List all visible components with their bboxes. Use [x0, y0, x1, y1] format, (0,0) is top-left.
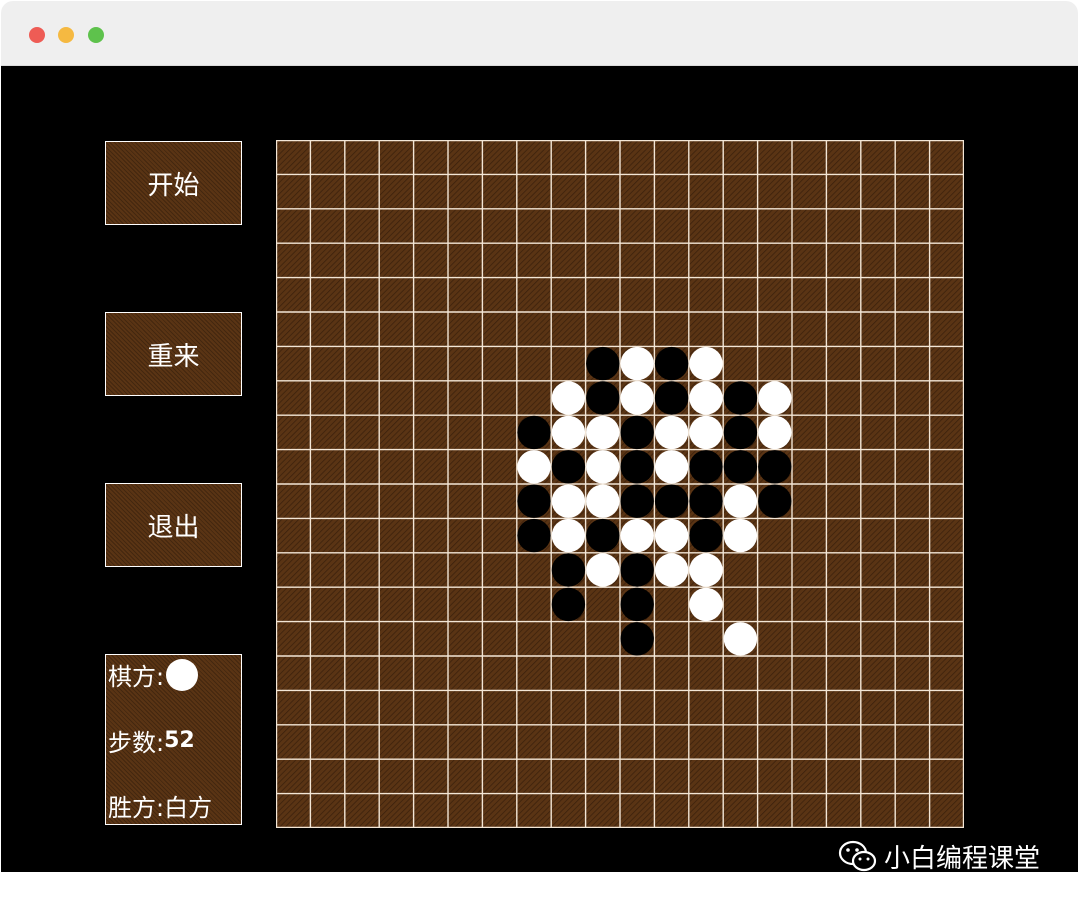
black-stone: [620, 622, 654, 656]
white-stone: [551, 484, 586, 518]
maximize-window-icon[interactable]: [88, 27, 104, 43]
close-window-icon[interactable]: [29, 27, 45, 43]
winner-label: 胜方:: [108, 794, 165, 822]
minimize-window-icon[interactable]: [58, 27, 74, 43]
black-stone: [620, 587, 654, 622]
board-grid: [276, 140, 964, 828]
steps-label: 步数:: [108, 729, 165, 757]
white-stone: [654, 450, 689, 484]
black-stone: [758, 484, 792, 518]
exit-button[interactable]: 退出: [105, 483, 242, 567]
black-stone: [620, 415, 654, 450]
black-stone: [551, 450, 586, 484]
white-stone: [758, 415, 792, 450]
black-stone: [723, 415, 758, 450]
black-stone: [620, 450, 654, 484]
white-stone: [586, 415, 620, 450]
white-stone: [689, 415, 723, 450]
window-titlebar: [1, 1, 1078, 66]
black-stone: [689, 484, 723, 518]
white-stone: [586, 553, 620, 587]
start-button-label: 开始: [147, 170, 200, 201]
white-stone: [551, 415, 586, 450]
watermark-text: 小白编程课堂: [884, 844, 1041, 874]
black-stone: [654, 381, 689, 415]
white-stone: [551, 381, 586, 415]
white-stone: [620, 518, 654, 553]
white-stone: [586, 484, 620, 518]
game-board[interactable]: [276, 140, 964, 828]
white-stone: [620, 346, 654, 381]
white-stone: [654, 553, 689, 587]
white-stone: [620, 381, 654, 415]
black-stone: [689, 518, 723, 553]
steps-row: 步数: 52: [108, 723, 195, 758]
black-stone: [517, 415, 551, 450]
black-stone: [620, 553, 654, 587]
winner-row: 胜方: 白方: [108, 788, 212, 823]
black-stone: [654, 346, 689, 381]
black-stone: [586, 381, 620, 415]
wechat-icon: [838, 840, 877, 871]
white-stone: [689, 381, 723, 415]
black-stone: [551, 587, 586, 622]
white-stone: [758, 381, 792, 415]
white-stone: [723, 518, 758, 553]
winner-value: 白方: [164, 794, 213, 822]
restart-button-label: 重来: [147, 341, 200, 372]
black-stone: [620, 484, 654, 518]
black-stone: [654, 484, 689, 518]
black-stone: [551, 553, 586, 587]
black-stone: [723, 450, 758, 484]
turn-stone-icon: [166, 658, 199, 691]
white-stone: [654, 415, 689, 450]
status-panel: 棋方: 步数: 52 胜方: 白方: [105, 654, 242, 825]
black-stone: [517, 518, 551, 553]
white-stone: [551, 518, 586, 553]
start-button[interactable]: 开始: [105, 141, 242, 225]
white-stone: [586, 450, 620, 484]
white-stone: [654, 518, 689, 553]
restart-button[interactable]: 重来: [105, 312, 242, 396]
white-stone: [689, 553, 723, 587]
white-stone: [723, 484, 758, 518]
white-stone: [517, 450, 551, 484]
black-stone: [586, 518, 620, 553]
black-stone: [689, 450, 723, 484]
turn-label: 棋方:: [108, 663, 165, 691]
black-stone: [723, 381, 758, 415]
white-stone: [689, 587, 723, 622]
white-stone: [723, 622, 758, 656]
exit-button-label: 退出: [147, 512, 200, 543]
black-stone: [517, 484, 551, 518]
steps-value: 52: [164, 728, 195, 753]
watermark: 小白编程课堂: [838, 838, 1040, 875]
black-stone: [758, 450, 792, 484]
white-stone: [689, 346, 723, 381]
black-stone: [586, 346, 620, 381]
turn-row: 棋方:: [108, 657, 199, 692]
